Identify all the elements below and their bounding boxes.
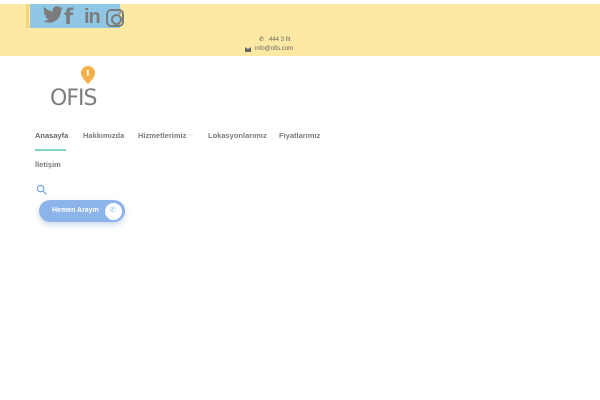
- phone-icon: ✆: [259, 37, 265, 43]
- active-nav-underline: [35, 149, 66, 151]
- phone-number[interactable]: 444 3 fit: [269, 37, 290, 43]
- social-box-edge: [26, 4, 29, 28]
- linkedin-icon[interactable]: in: [84, 4, 101, 30]
- nav-item-lokasyonlarimiz[interactable]: Lokasyonlarımız: [208, 131, 267, 140]
- nav-item-fiyatlarimiz[interactable]: Fiyatlarımız: [279, 131, 320, 140]
- search-icon[interactable]: [36, 184, 47, 195]
- envelope-icon: [245, 46, 251, 52]
- email-contact[interactable]: info@ofis.com: [245, 46, 293, 52]
- nav-item-hakkimizda[interactable]: Hakkımızda: [83, 131, 124, 140]
- nav-item-label: Hizmetlerimiz: [138, 131, 187, 140]
- site-logo[interactable]: OFIS: [50, 66, 106, 110]
- logo-wordmark: OFIS: [50, 86, 97, 111]
- phone-icon: ✆: [110, 207, 116, 214]
- chevron-down-icon: ﹀: [188, 134, 194, 140]
- facebook-icon[interactable]: f: [64, 4, 73, 30]
- nav-item-iletisim[interactable]: İletişim: [35, 160, 61, 169]
- phone-contact[interactable]: ✆ 444 3 fit: [259, 37, 290, 43]
- nav-item-hizmetlerimiz[interactable]: Hizmetlerimiz ﹀: [138, 131, 193, 140]
- nav-item-anasayfa[interactable]: Anasayfa: [35, 131, 68, 140]
- top-bar: f in ✆ 444 3 fit: [0, 4, 600, 56]
- call-now-label: Hemen Arayın: [52, 207, 99, 214]
- email-address[interactable]: info@ofis.com: [255, 46, 293, 52]
- location-pin-icon: [81, 66, 95, 84]
- instagram-icon[interactable]: [106, 9, 124, 27]
- twitter-icon[interactable]: [42, 4, 64, 26]
